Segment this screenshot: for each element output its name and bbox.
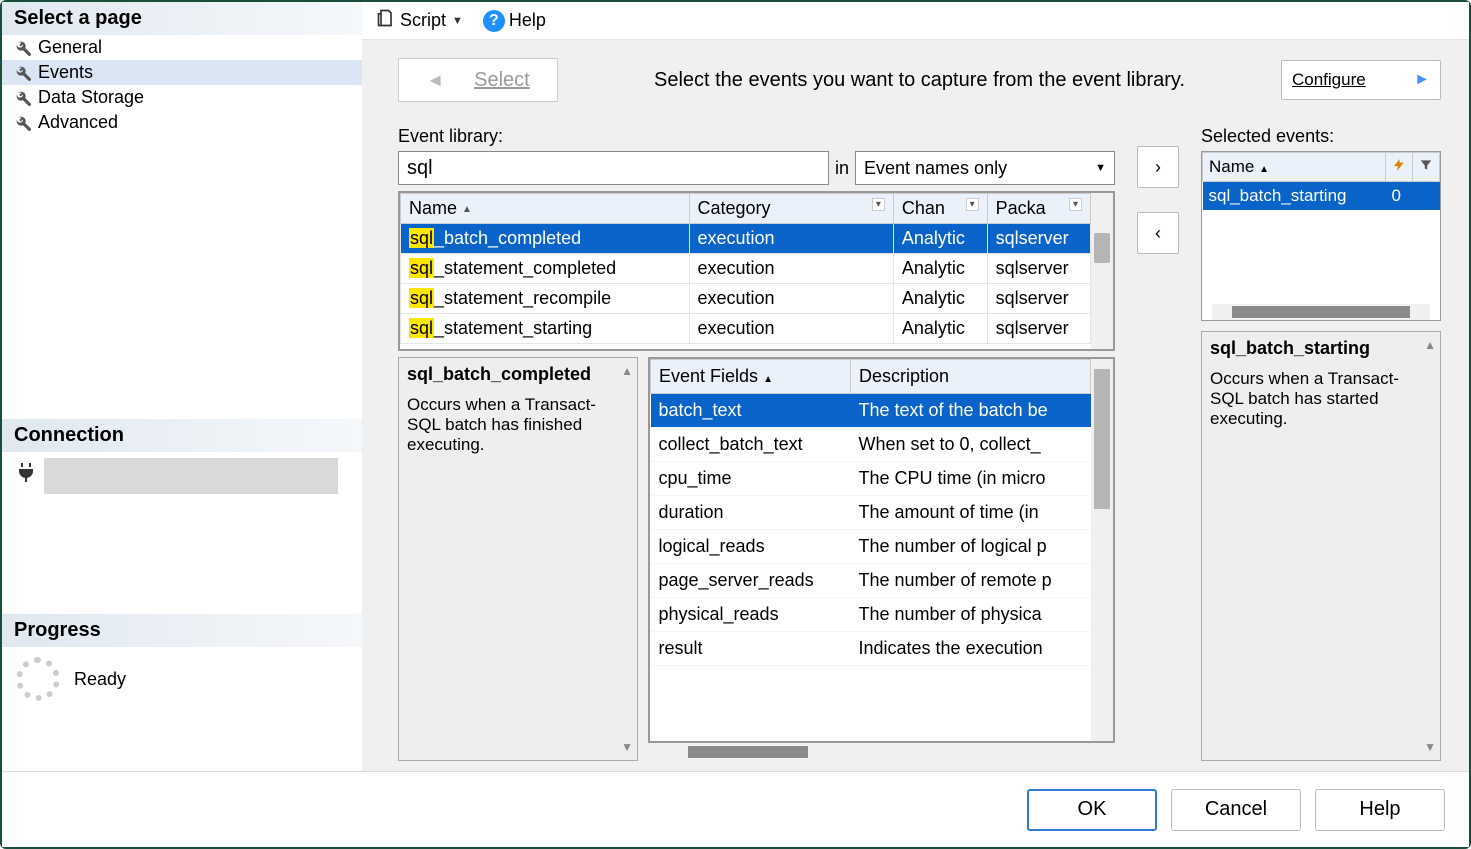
chevron-right-icon: ► (1414, 71, 1430, 89)
col-category[interactable]: Category▾ (689, 194, 893, 224)
selected-event-description-panel: ▲ sql_batch_starting Occurs when a Trans… (1201, 331, 1441, 761)
event-library-search-input[interactable] (398, 151, 829, 185)
field-row[interactable]: durationThe amount of time (in (651, 496, 1091, 530)
back-select-label: Select (474, 69, 530, 92)
help-button[interactable]: Help (1315, 789, 1445, 831)
field-row[interactable]: resultIndicates the execution (651, 632, 1091, 666)
scroll-down-icon[interactable]: ▼ (1424, 740, 1436, 754)
ok-button[interactable]: OK (1027, 789, 1157, 831)
wrench-icon (14, 64, 32, 82)
event-library-grid[interactable]: Name ▲ Category▾ Chan▾ Packa▾ sql_batch_… (398, 191, 1115, 351)
field-row[interactable]: collect_batch_textWhen set to 0, collect… (651, 428, 1091, 462)
content-area: Script ▼ ? Help ◄ Select Select the even… (362, 2, 1469, 771)
chevron-down-icon[interactable]: ▾ (872, 198, 885, 211)
sidebar-item-events[interactable]: Events (2, 60, 362, 85)
chevron-left-icon: ◄ (426, 70, 444, 91)
chevron-right-icon: › (1155, 157, 1161, 178)
script-label: Script (400, 10, 446, 31)
help-icon: ? (483, 10, 505, 32)
col-package[interactable]: Packa▾ (987, 194, 1090, 224)
script-icon (376, 8, 396, 33)
dialog-button-bar: OK Cancel Help (2, 771, 1469, 847)
event-fields-grid[interactable]: Event Fields ▲ Description batch_textThe… (648, 357, 1115, 743)
plug-icon (14, 460, 38, 489)
fields-vscrollbar[interactable] (1091, 359, 1113, 741)
library-row[interactable]: sql_statement_completedexecutionAnalytic… (401, 254, 1091, 284)
wrench-icon (14, 114, 32, 132)
event-desc-title: sql_batch_completed (407, 364, 629, 385)
col-channel[interactable]: Chan▾ (893, 194, 987, 224)
progress-header: Progress (2, 614, 362, 647)
back-select-button[interactable]: ◄ Select (398, 58, 558, 102)
sel-hscrollbar[interactable] (1212, 304, 1430, 320)
remove-event-button[interactable]: ‹ (1137, 212, 1179, 254)
add-event-button[interactable]: › (1137, 146, 1179, 188)
field-row[interactable]: page_server_readsThe number of remote p (651, 564, 1091, 598)
filter-mode-combo[interactable]: Event names only ▼ (855, 151, 1115, 185)
sel-desc-text: Occurs when a Transact-SQL batch has sta… (1210, 369, 1432, 429)
field-row[interactable]: physical_readsThe number of physica (651, 598, 1091, 632)
connection-box (44, 458, 338, 494)
sidebar-item-general[interactable]: General (2, 35, 362, 60)
script-button[interactable]: Script ▼ (370, 6, 469, 35)
sidebar-item-advanced[interactable]: Advanced (2, 110, 362, 135)
fields-hscrollbar[interactable] (658, 743, 1105, 761)
event-desc-text: Occurs when a Transact-SQL batch has fin… (407, 395, 629, 455)
field-row[interactable]: logical_readsThe number of logical p (651, 530, 1091, 564)
help-button[interactable]: ? Help (477, 8, 552, 34)
selected-row[interactable]: sql_batch_starting0 (1203, 182, 1440, 211)
event-description-panel: ▲ sql_batch_completed Occurs when a Tran… (398, 357, 638, 761)
configure-label: Configure (1292, 70, 1366, 90)
sel-col-lightning[interactable] (1386, 153, 1413, 182)
lightning-icon (1392, 157, 1406, 176)
col-name[interactable]: Name ▲ (401, 194, 690, 224)
library-row[interactable]: sql_statement_recompileexecutionAnalytic… (401, 284, 1091, 314)
library-row[interactable]: sql_statement_startingexecutionAnalytics… (401, 314, 1091, 344)
sidebar-item-label: Data Storage (38, 87, 144, 108)
wrench-icon (14, 39, 32, 57)
chevron-down-icon[interactable]: ▾ (966, 198, 979, 211)
sort-asc-icon: ▲ (1259, 164, 1269, 175)
progress-spinner-icon (16, 657, 60, 701)
help-label: Help (509, 10, 546, 31)
sidebar-item-label: Advanced (38, 112, 118, 133)
wrench-icon (14, 89, 32, 107)
library-row[interactable]: sql_batch_completedexecutionAnalyticsqls… (401, 224, 1091, 254)
sidebar-item-data-storage[interactable]: Data Storage (2, 85, 362, 110)
scroll-down-icon[interactable]: ▼ (621, 740, 633, 754)
filter-mode-value: Event names only (864, 158, 1007, 179)
chevron-down-icon[interactable]: ▾ (1069, 198, 1082, 211)
scroll-up-icon[interactable]: ▲ (1424, 338, 1436, 352)
in-label: in (835, 158, 849, 179)
grid-vscrollbar[interactable] (1091, 193, 1113, 349)
sidebar-item-label: General (38, 37, 102, 58)
filter-icon (1419, 157, 1433, 176)
selected-events-grid[interactable]: Name ▲ sql_batch_starting0 (1201, 151, 1441, 321)
col-event-fields[interactable]: Event Fields ▲ (651, 360, 851, 394)
content-toolbar: Script ▼ ? Help (362, 2, 1469, 40)
instruction-text: Select the events you want to capture fr… (578, 69, 1261, 92)
selected-events-label: Selected events: (1201, 126, 1441, 147)
sel-col-filter[interactable] (1413, 153, 1440, 182)
scroll-up-icon[interactable]: ▲ (621, 364, 633, 378)
progress-status: Ready (74, 669, 126, 690)
sidebar-header: Select a page (2, 2, 362, 35)
chevron-down-icon: ▼ (452, 15, 463, 27)
configure-button[interactable]: Configure ► (1281, 60, 1441, 100)
event-library-label: Event library: (398, 126, 1115, 147)
chevron-down-icon: ▼ (1095, 162, 1106, 174)
chevron-left-icon: ‹ (1155, 223, 1161, 244)
field-row[interactable]: cpu_timeThe CPU time (in micro (651, 462, 1091, 496)
sidebar-item-label: Events (38, 62, 93, 83)
field-row[interactable]: batch_textThe text of the batch be (651, 394, 1091, 428)
sel-col-name[interactable]: Name ▲ (1203, 153, 1386, 182)
connection-header: Connection (2, 419, 362, 452)
sort-asc-icon: ▲ (462, 204, 472, 215)
sort-asc-icon: ▲ (763, 374, 773, 385)
sidebar: Select a page General Events Data Storage A… (2, 2, 362, 771)
cancel-button[interactable]: Cancel (1171, 789, 1301, 831)
sel-desc-title: sql_batch_starting (1210, 338, 1432, 359)
col-description[interactable]: Description (851, 360, 1091, 394)
